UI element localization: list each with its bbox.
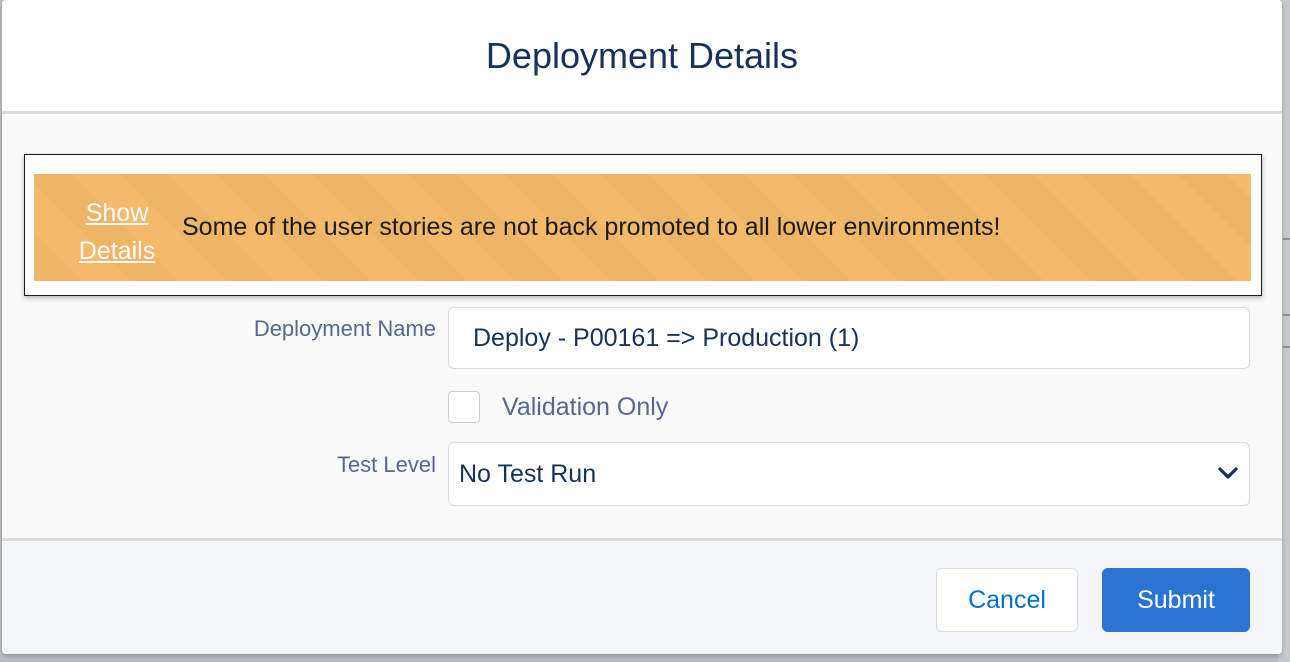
chevron-down-icon: [1218, 467, 1238, 479]
modal-body: Show Details Some of the user stories ar…: [2, 114, 1282, 538]
cancel-button[interactable]: Cancel: [936, 568, 1078, 632]
test-level-label: Test Level: [336, 452, 436, 477]
modal-header: Deployment Details: [2, 0, 1282, 114]
alert-frame: Show Details Some of the user stories ar…: [24, 154, 1262, 296]
warning-alert: Show Details Some of the user stories ar…: [34, 174, 1251, 281]
backdrop-divider: [1283, 238, 1290, 240]
validation-only-label[interactable]: Validation Only: [502, 390, 668, 424]
validation-only-checkbox[interactable]: [448, 391, 480, 423]
show-details-link-line1: Show: [85, 199, 149, 227]
deployment-name-label: Deployment Name: [253, 316, 436, 341]
deployment-details-modal: Deployment Details Show Details Some of …: [2, 0, 1282, 654]
alert-message: Some of the user stories are not back pr…: [182, 213, 1001, 241]
modal-title: Deployment Details: [485, 35, 799, 76]
show-details-link[interactable]: Show Details: [74, 194, 160, 270]
backdrop-divider: [1283, 314, 1290, 316]
submit-button[interactable]: Submit: [1102, 568, 1250, 632]
test-level-selected-value: No Test Run: [459, 460, 597, 488]
deployment-name-input[interactable]: [448, 307, 1250, 369]
test-level-select[interactable]: No Test Run: [448, 442, 1250, 506]
modal-footer: Cancel Submit: [2, 538, 1282, 654]
show-details-link-line2: Details: [78, 237, 156, 265]
backdrop-divider: [1283, 346, 1290, 348]
